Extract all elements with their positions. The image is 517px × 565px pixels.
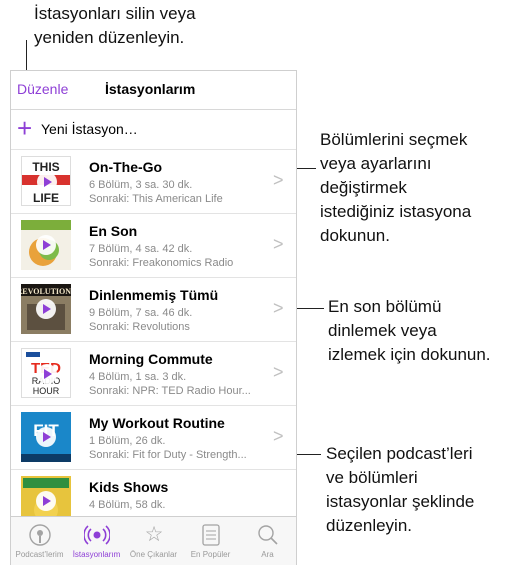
- station-title: Dinlenmemiş Tümü: [89, 287, 219, 303]
- callout-line-text: veya ayarlarını: [320, 154, 432, 173]
- new-station-label: Yeni İstasyon…: [41, 121, 138, 137]
- chevron-right-icon[interactable]: >: [273, 234, 284, 255]
- station-title: Kids Shows: [89, 479, 169, 495]
- phone-screen: Düzenle İstasyonlarım + Yeni İstasyon… T…: [10, 70, 297, 565]
- station-next: Sonraki: NPR: TED Radio Hour...: [89, 385, 251, 397]
- station-meta: 4 Bölüm, 58 dk.: [89, 499, 166, 511]
- new-station-row[interactable]: + Yeni İstasyon…: [11, 110, 296, 150]
- callout-line-text: Bölümlerini seçmek: [320, 130, 468, 149]
- callout-edit: İstasyonları silin veya yeniden düzenley…: [34, 2, 196, 50]
- tab-podcasts[interactable]: Podcast’lerim: [11, 517, 68, 565]
- page-title: İstasyonlarım: [105, 81, 196, 97]
- callout-leader: [26, 40, 27, 74]
- station-meta: 4 Bölüm, 1 sa. 3 dk.: [89, 371, 187, 383]
- callout-line-text: Seçilen podcast’leri: [326, 444, 473, 463]
- chevron-right-icon[interactable]: >: [273, 426, 284, 447]
- tab-search[interactable]: Ara: [239, 517, 296, 565]
- callout-line-text: yeniden düzenleyin.: [34, 28, 185, 47]
- chevron-right-icon[interactable]: >: [273, 298, 284, 319]
- list-icon: [198, 523, 224, 547]
- tab-top-charts[interactable]: En Popüler: [182, 517, 239, 565]
- callout-line-text: düzenleyin.: [326, 516, 413, 535]
- callout-line-text: En son bölümü: [328, 297, 442, 316]
- callout-line-text: ve bölümleri: [326, 468, 418, 487]
- chevron-right-icon[interactable]: >: [273, 362, 284, 383]
- station-meta: 1 Bölüm, 26 dk.: [89, 435, 166, 447]
- tab-featured[interactable]: ☆ Öne Çıkanlar: [125, 517, 182, 565]
- tab-stations[interactable]: İstasyonlarım: [68, 517, 125, 565]
- stations-icon: [83, 523, 111, 547]
- station-next: Sonraki: This American Life: [89, 193, 223, 205]
- station-next: Sonraki: Freakonomics Radio: [89, 257, 234, 269]
- callout-line-text: değiştirmek: [320, 178, 407, 197]
- chevron-right-icon[interactable]: >: [273, 170, 284, 191]
- svg-text:LIFE: LIFE: [33, 191, 59, 205]
- play-icon[interactable]: [36, 235, 56, 255]
- callout-line-text: İstasyonları silin veya: [34, 4, 196, 23]
- freakonomics-artwork: [21, 220, 71, 270]
- callout-line-text: istediğiniz istasyona: [320, 202, 472, 221]
- search-icon: [255, 523, 281, 547]
- play-icon[interactable]: [36, 491, 56, 511]
- fit-for-duty-artwork: FIT: [21, 412, 71, 462]
- callout-line-text: istasyonlar şeklinde: [326, 492, 475, 511]
- callout-select-station: Bölümlerini seçmek veya ayarlarını değiş…: [320, 128, 471, 248]
- station-row[interactable]: FIT My Workout Routine 1 Bölüm, 26 dk. S…: [11, 406, 296, 470]
- this-american-life-artwork: THIS LIFE: [21, 156, 71, 206]
- station-meta: 9 Bölüm, 7 sa. 46 dk.: [89, 307, 193, 319]
- station-row[interactable]: TED RADIO HOUR Morning Commute 4 Bölüm, …: [11, 342, 296, 406]
- callout-line-text: dinlemek veya: [328, 321, 437, 340]
- callout-play: En son bölümü dinlemek veya izlemek için…: [328, 295, 491, 367]
- play-icon[interactable]: [36, 427, 56, 447]
- station-title: My Workout Routine: [89, 415, 225, 431]
- callout-line-text: dokunun.: [320, 226, 390, 245]
- station-row[interactable]: THIS LIFE On-The-Go 6 Bölüm, 3 sa. 30 dk…: [11, 150, 296, 214]
- station-next: Sonraki: Fit for Duty - Strength...: [89, 449, 247, 461]
- play-icon[interactable]: [37, 172, 57, 192]
- podcast-icon: [27, 523, 53, 547]
- station-title: En Son: [89, 223, 138, 239]
- play-icon[interactable]: [36, 299, 56, 319]
- station-title: On-The-Go: [89, 159, 163, 175]
- play-icon[interactable]: [37, 364, 57, 384]
- revolutions-artwork: REVOLUTIONS: [21, 284, 71, 334]
- station-meta: 7 Bölüm, 4 sa. 42 dk.: [89, 243, 193, 255]
- station-row[interactable]: En Son 7 Bölüm, 4 sa. 42 dk. Sonraki: Fr…: [11, 214, 296, 278]
- tab-label: Ara: [261, 550, 274, 559]
- svg-text:REVOLUTIONS: REVOLUTIONS: [21, 287, 71, 296]
- navigation-bar: Düzenle İstasyonlarım: [11, 71, 296, 110]
- station-meta: 6 Bölüm, 3 sa. 30 dk.: [89, 179, 193, 191]
- edit-button[interactable]: Düzenle: [17, 81, 68, 97]
- tab-bar: Podcast’lerim İstasyonlarım ☆ Öne Çıkanl…: [11, 516, 296, 565]
- svg-text:HOUR: HOUR: [33, 386, 60, 396]
- plus-icon[interactable]: +: [17, 113, 32, 143]
- ted-radio-hour-artwork: TED RADIO HOUR: [21, 348, 71, 398]
- station-next: Sonraki: Revolutions: [89, 321, 190, 333]
- callout-line-text: izlemek için dokunun.: [328, 345, 491, 364]
- station-row[interactable]: REVOLUTIONS Dinlenmemiş Tümü 9 Bölüm, 7 …: [11, 278, 296, 342]
- callout-organize: Seçilen podcast’leri ve bölümleri istasy…: [326, 442, 474, 538]
- station-title: Morning Commute: [89, 351, 213, 367]
- star-icon: ☆: [144, 523, 164, 546]
